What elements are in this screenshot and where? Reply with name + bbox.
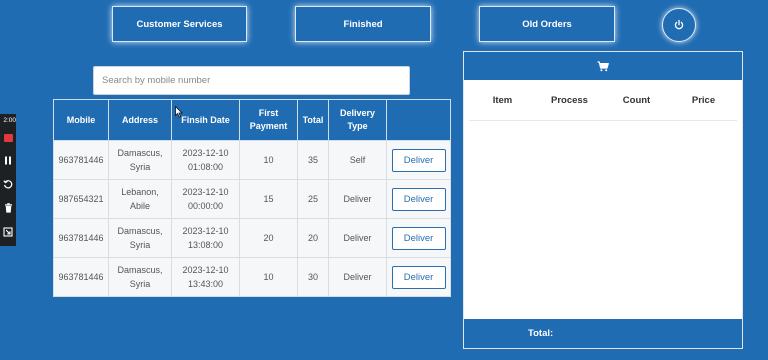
table-row: 963781446 Damascus, Syria 2023-12-10 13:08… — [53, 218, 451, 258]
cell-delivery-type: Deliver — [328, 179, 387, 219]
header-action — [386, 99, 451, 141]
cell-action: Deliver — [386, 218, 451, 258]
cell-first-payment: 15 — [239, 179, 298, 219]
deliver-button[interactable]: Deliver — [391, 265, 446, 289]
cart-col-process: Process — [551, 94, 588, 106]
cell-total: 30 — [297, 257, 329, 297]
cart-col-price: Price — [691, 94, 716, 106]
deliver-button[interactable]: Deliver — [391, 226, 446, 250]
cell-mobile: 963781446 — [53, 140, 109, 180]
cell-total: 20 — [297, 218, 329, 258]
trash-icon[interactable] — [2, 202, 14, 214]
header-delivery-type: Delivery Type — [328, 99, 387, 141]
mouse-cursor-icon — [175, 106, 183, 118]
cart-header — [464, 52, 742, 80]
header-first-payment: First Payment — [239, 99, 298, 141]
cart-columns: Item Process Count Price — [469, 80, 737, 121]
cell-finish-date: 2023-12-10 00:00:00 — [171, 179, 240, 219]
cell-first-payment: 10 — [239, 257, 298, 297]
search-input[interactable] — [93, 66, 410, 95]
customer-services-label: Customer Services — [136, 18, 223, 30]
cell-mobile: 963781446 — [53, 218, 109, 258]
table-header-row: Mobile Address Finsih Date First Payment … — [53, 99, 451, 141]
pause-icon[interactable] — [2, 154, 14, 166]
cell-mobile: 963781446 — [53, 257, 109, 297]
cell-first-payment: 20 — [239, 218, 298, 258]
cart-col-count: Count — [622, 94, 651, 106]
header-address: Address — [108, 99, 172, 141]
restart-icon[interactable] — [2, 178, 14, 190]
total-label: Total: — [528, 328, 554, 339]
old-orders-button[interactable]: Old Orders — [479, 6, 615, 42]
recording-timer: 2:00 — [3, 117, 16, 124]
table-row: 963781446 Damascus, Syria 2023-12-10 01:08… — [53, 140, 451, 180]
finished-label: Finished — [343, 18, 383, 30]
cell-action: Deliver — [386, 257, 451, 297]
cell-finish-date: 2023-12-10 13:08:00 — [171, 218, 240, 258]
deliver-button[interactable]: Deliver — [391, 187, 446, 211]
power-icon — [674, 19, 684, 30]
export-icon[interactable] — [2, 226, 14, 238]
cell-delivery-type: Deliver — [328, 218, 387, 258]
table-row: 963781446 Damascus, Syria 2023-12-10 13:43… — [53, 257, 451, 297]
finished-button[interactable]: Finished — [295, 6, 431, 42]
orders-table: Mobile Address Finsih Date First Payment … — [53, 99, 451, 297]
cell-action: Deliver — [386, 140, 451, 180]
cell-action: Deliver — [386, 179, 451, 219]
cell-address: Damascus, Syria — [108, 140, 172, 180]
header-mobile: Mobile — [53, 99, 109, 141]
cart-col-item: Item — [492, 94, 513, 106]
cell-total: 35 — [297, 140, 329, 180]
cart-footer: Total: — [464, 319, 742, 348]
table-row: 987654321 Lebanon, Abile 2023-12-10 00:00:… — [53, 179, 451, 219]
deliver-button[interactable]: Deliver — [391, 148, 446, 172]
cell-delivery-type: Self — [328, 140, 387, 180]
cell-mobile: 987654321 — [53, 179, 109, 219]
stop-recording-button[interactable] — [3, 134, 13, 142]
customer-services-button[interactable]: Customer Services — [112, 6, 247, 42]
cell-delivery-type: Deliver — [328, 257, 387, 297]
cart-panel: Item Process Count Price Total: — [463, 51, 743, 349]
cell-address: Damascus, Syria — [108, 257, 172, 297]
screen-recorder-toolbar: 2:00 — [0, 114, 16, 246]
cell-first-payment: 10 — [239, 140, 298, 180]
cell-total: 25 — [297, 179, 329, 219]
power-button[interactable] — [662, 8, 696, 42]
cell-address: Lebanon, Abile — [108, 179, 172, 219]
cell-address: Damascus, Syria — [108, 218, 172, 258]
header-total: Total — [297, 99, 329, 141]
cell-finish-date: 2023-12-10 01:08:00 — [171, 140, 240, 180]
cell-finish-date: 2023-12-10 13:43:00 — [171, 257, 240, 297]
shopping-cart-icon — [597, 60, 609, 71]
old-orders-label: Old Orders — [522, 18, 572, 30]
